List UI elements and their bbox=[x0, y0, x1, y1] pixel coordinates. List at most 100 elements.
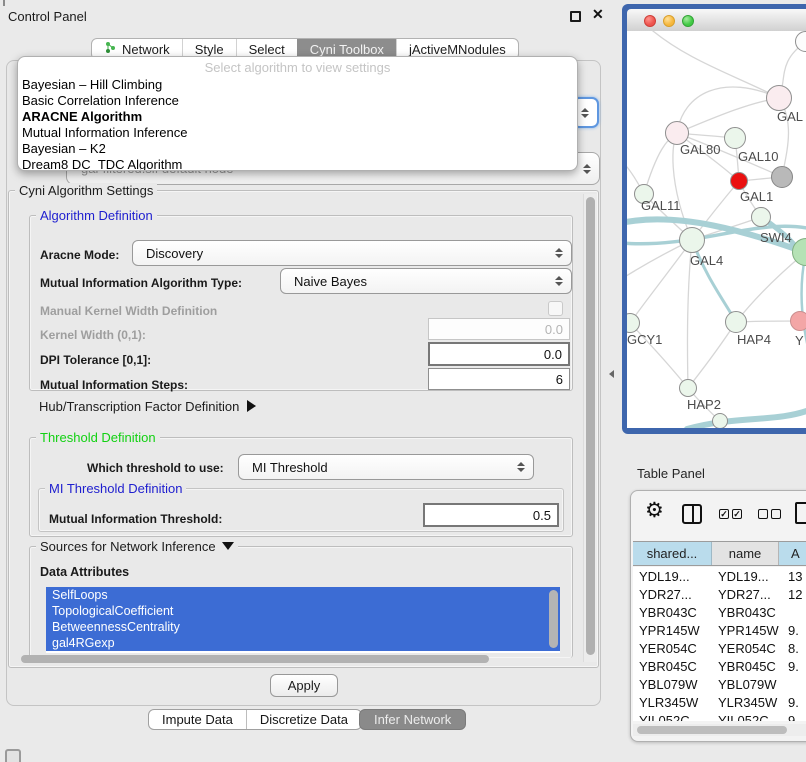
kernel-width-field[interactable]: 0.0 bbox=[428, 318, 570, 340]
table-row[interactable]: YBR043CYBR043C bbox=[633, 603, 806, 621]
table-row[interactable]: YER054CYER054C8. bbox=[633, 639, 806, 657]
attribute-item-selected[interactable]: BetweennessCentrality bbox=[46, 619, 560, 635]
splitter-collapse-icon[interactable] bbox=[609, 370, 614, 378]
node-label: GAL80 bbox=[680, 142, 720, 157]
bottom-corner-icon[interactable] bbox=[5, 749, 21, 762]
node-label: GAL bbox=[777, 109, 803, 124]
scrollbar-thumb[interactable] bbox=[21, 655, 489, 663]
cell-value: 12 bbox=[779, 587, 806, 602]
cell-name: YBR043C bbox=[712, 605, 779, 620]
network-canvas[interactable]: GAL GAL80 GAL10 GAL1 GAL11 GAL4 SWI4 GCY… bbox=[627, 31, 806, 428]
column-header-shared-name[interactable]: shared... bbox=[633, 542, 712, 565]
cell-name: YDR27... bbox=[712, 587, 779, 602]
tab-label: Select bbox=[249, 42, 285, 57]
which-threshold-label: Which threshold to use: bbox=[87, 461, 224, 475]
network-node-gal1[interactable] bbox=[751, 207, 771, 227]
network-node-gal4[interactable] bbox=[679, 227, 705, 253]
dpi-tolerance-label: DPI Tolerance [0,1]: bbox=[40, 353, 151, 367]
table-row[interactable]: YDL19...YDL19...13 bbox=[633, 567, 806, 585]
dpi-tolerance-field[interactable]: 0.0 bbox=[428, 342, 570, 366]
zoom-traffic-light-icon[interactable] bbox=[682, 15, 694, 27]
table-header-row: shared... name A bbox=[633, 541, 806, 566]
network-view-window: GAL GAL80 GAL10 GAL1 GAL11 GAL4 SWI4 GCY… bbox=[622, 4, 806, 434]
mi-type-combo[interactable]: Naive Bayes bbox=[280, 268, 572, 294]
combo-arrows-icon bbox=[517, 462, 524, 472]
checked-checkbox-icon: ✓ bbox=[732, 509, 742, 519]
document-icon[interactable] bbox=[795, 502, 806, 524]
cell-name: YLR345W bbox=[712, 695, 779, 710]
network-node-hap4[interactable] bbox=[725, 311, 747, 333]
column-header-name[interactable]: name bbox=[712, 542, 779, 565]
minimize-traffic-light-icon[interactable] bbox=[663, 15, 675, 27]
network-node[interactable] bbox=[724, 127, 746, 149]
float-window-icon[interactable] bbox=[570, 11, 581, 22]
table-horizontal-scrollbar[interactable] bbox=[633, 724, 806, 736]
column-header-partial[interactable]: A bbox=[779, 542, 806, 565]
table-row[interactable]: YBR045CYBR045C9. bbox=[633, 657, 806, 675]
node-label: GAL11 bbox=[641, 198, 681, 213]
split-view-icon[interactable] bbox=[682, 504, 702, 524]
cyni-algorithm-settings-group: Cyni Algorithm Settings Algorithm Defini… bbox=[8, 190, 599, 668]
dropdown-item-selected[interactable]: ARACNE Algorithm bbox=[18, 109, 577, 125]
apply-button[interactable]: Apply bbox=[270, 674, 338, 697]
hub-tf-definition-toggle[interactable]: Hub/Transcription Factor Definition bbox=[39, 399, 256, 414]
dropdown-item[interactable]: Dream8 DC_TDC Algorithm bbox=[18, 157, 577, 171]
network-node-gal10[interactable] bbox=[771, 166, 793, 188]
cell-shared: YER054C bbox=[633, 641, 712, 656]
table-row[interactable]: YLR345WYLR345W9. bbox=[633, 693, 806, 711]
network-node-selected-red[interactable] bbox=[730, 172, 748, 190]
sources-group: Sources for Network Inference Data Attri… bbox=[29, 546, 573, 658]
cell-value: 8. bbox=[779, 641, 806, 656]
mi-steps-field[interactable]: 6 bbox=[428, 368, 570, 390]
attribute-item-selected[interactable]: TopologicalCoefficient bbox=[46, 603, 560, 619]
cell-value: 13 bbox=[779, 569, 806, 584]
table-row[interactable]: YIL052CYIL052C9 bbox=[633, 711, 806, 721]
tab-discretize-data[interactable]: Discretize Data bbox=[246, 710, 361, 729]
cell-name: YIL052C bbox=[712, 713, 779, 722]
mi-threshold-label: Mutual Information Threshold: bbox=[49, 512, 222, 526]
dropdown-item[interactable]: Basic Correlation Inference bbox=[18, 93, 577, 109]
dropdown-item[interactable]: Mutual Information Inference bbox=[18, 125, 577, 141]
network-node[interactable] bbox=[790, 311, 806, 331]
attributes-scrollbar[interactable] bbox=[548, 589, 559, 651]
node-label: SWI4 bbox=[760, 230, 792, 245]
tab-label: jActiveMNodules bbox=[409, 42, 506, 57]
tab-infer-network[interactable]: Infer Network bbox=[359, 709, 466, 730]
table-panel-title: Table Panel bbox=[637, 466, 705, 481]
cell-name: YER054C bbox=[712, 641, 779, 656]
scrollbar-thumb[interactable] bbox=[586, 197, 595, 655]
network-node-hap2[interactable] bbox=[679, 379, 697, 397]
attribute-item-selected[interactable]: SelfLoops bbox=[46, 587, 560, 603]
node-label: GAL4 bbox=[690, 253, 723, 268]
cell-shared: YIL052C bbox=[633, 713, 712, 722]
attribute-item-selected[interactable]: gal4RGexp bbox=[46, 635, 560, 651]
table-row[interactable]: YPR145WYPR145W9. bbox=[633, 621, 806, 639]
tab-impute-data[interactable]: Impute Data bbox=[149, 710, 246, 729]
mi-threshold-field[interactable]: 0.5 bbox=[423, 503, 559, 527]
dropdown-item[interactable]: Bayesian – K2 bbox=[18, 141, 577, 157]
gear-icon[interactable]: ⚙ bbox=[645, 498, 664, 523]
network-node[interactable] bbox=[712, 413, 728, 428]
table-row[interactable]: YBL079WYBL079W bbox=[633, 675, 806, 693]
network-node[interactable] bbox=[766, 85, 792, 111]
scrollbar-thumb[interactable] bbox=[637, 726, 787, 734]
aracne-mode-combo[interactable]: Discovery bbox=[132, 240, 572, 266]
close-icon[interactable]: ✕ bbox=[592, 6, 604, 23]
close-traffic-light-icon[interactable] bbox=[644, 15, 656, 27]
settings-vertical-scrollbar[interactable] bbox=[583, 194, 597, 662]
which-threshold-combo[interactable]: MI Threshold bbox=[238, 454, 534, 480]
sources-group-title[interactable]: Sources for Network Inference bbox=[36, 539, 238, 554]
hide-unchecked-columns-icon[interactable] bbox=[758, 509, 781, 519]
dropdown-item[interactable]: Bayesian – Hill Climbing bbox=[18, 77, 577, 93]
manual-kernel-checkbox[interactable] bbox=[548, 301, 563, 316]
show-checked-columns-icon[interactable]: ✓ ✓ bbox=[719, 509, 742, 519]
cell-shared: YDR27... bbox=[633, 587, 712, 602]
cell-value: 9. bbox=[779, 695, 806, 710]
scrollbar-thumb[interactable] bbox=[549, 590, 558, 648]
cell-value: 9. bbox=[779, 623, 806, 638]
mi-steps-label: Mutual Information Steps: bbox=[40, 378, 188, 392]
network-tree-icon bbox=[104, 41, 117, 57]
expanded-arrow-icon bbox=[222, 542, 234, 550]
settings-horizontal-scrollbar[interactable] bbox=[13, 654, 585, 664]
table-row[interactable]: YDR27...YDR27...12 bbox=[633, 585, 806, 603]
